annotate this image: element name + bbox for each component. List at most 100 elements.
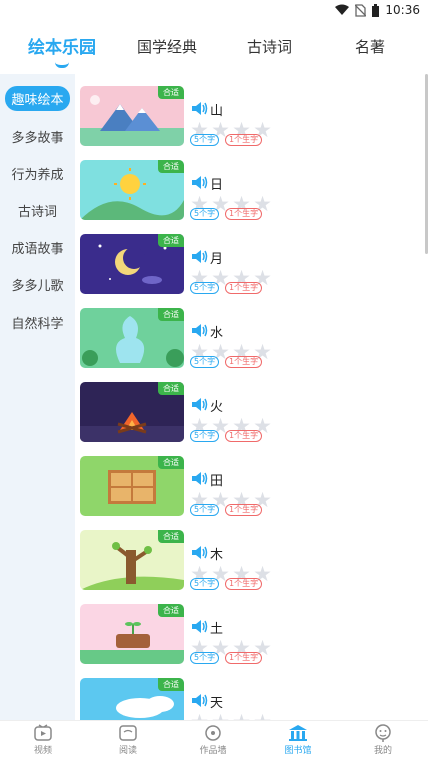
book-cover: 合适 [80, 382, 184, 442]
suitable-badge: 合适 [158, 678, 184, 691]
star-icon: ★ [211, 712, 230, 721]
sidebar-item-label: 多多故事 [11, 131, 64, 146]
book-card[interactable]: 合适 月 ★ ★ ★ ★ 5个字 1个生字 [80, 234, 420, 296]
word-count-tag: 5个字 [190, 652, 220, 664]
sidebar-item-poems[interactable]: 古诗词 [0, 198, 75, 223]
suitable-badge: 合适 [158, 382, 184, 395]
speaker-icon[interactable] [192, 250, 208, 263]
book-card[interactable]: 合适 土 ★ ★ ★ ★ 5个字 1个生字 [80, 604, 420, 666]
nav-reading[interactable]: 阅读 [98, 724, 158, 756]
new-word-tag: 1个生字 [225, 208, 263, 220]
tab-classics[interactable]: 国学经典 [137, 36, 197, 57]
nav-works-wall[interactable]: 作品墙 [183, 724, 243, 756]
video-icon [34, 724, 52, 741]
word-count-tag: 5个字 [190, 282, 220, 294]
nav-video[interactable]: 视频 [13, 724, 73, 756]
book-card[interactable]: 合适 火 ★ ★ ★ ★ 5个字 1个生字 [80, 382, 420, 444]
nav-label: 视频 [33, 746, 52, 756]
tab-masterpieces[interactable]: 名著 [355, 36, 385, 57]
book-card[interactable]: 合适 山 ★ ★ ★ ★ 5个字 1个生字 [80, 86, 420, 148]
book-list: 合适 山 ★ ★ ★ ★ 5个字 1个生字 合适 日 ★ ★ ★ ★ 5个字 1个生字 合适… [75, 74, 428, 720]
book-cover: 合适 [80, 308, 184, 368]
status-icons: 10:36 [335, 3, 420, 17]
sidebar-item-fun-picture-books[interactable]: 趣味绘本 [0, 86, 75, 111]
sidebar-item-behavior[interactable]: 行为养成 [0, 161, 75, 186]
sidebar-item-label: 成语故事 [11, 242, 64, 257]
book-icon [119, 725, 137, 741]
tab-active-indicator [55, 62, 69, 68]
book-cover: 合适 [80, 604, 184, 664]
word-count-tag: 5个字 [190, 430, 220, 442]
nav-label: 作品墙 [199, 746, 227, 756]
speaker-icon[interactable] [192, 176, 208, 189]
works-icon [205, 725, 221, 741]
nav-library[interactable]: 图书馆 [268, 724, 328, 756]
suitable-badge: 合适 [158, 86, 184, 99]
book-card[interactable]: 合适 水 ★ ★ ★ ★ 5个字 1个生字 [80, 308, 420, 370]
suitable-badge: 合适 [158, 530, 184, 543]
sidebar-item-idioms[interactable]: 成语故事 [0, 235, 75, 260]
tab-label: 古诗词 [247, 38, 293, 56]
book-cover: 合适 [80, 234, 184, 294]
suitable-badge: 合适 [158, 308, 184, 321]
book-card[interactable]: 合适 天 ★★★★ [80, 678, 420, 720]
tab-label: 绘本乐园 [28, 38, 96, 58]
sidebar-item-stories[interactable]: 多多故事 [0, 124, 75, 149]
library-icon [289, 725, 307, 741]
bottom-nav: 视频 阅读 作品墙 图书馆 我的 [0, 720, 428, 762]
star-rating: ★★★★ [190, 712, 272, 721]
nav-label: 我的 [373, 746, 392, 756]
nav-label: 图书馆 [284, 746, 312, 756]
nav-profile[interactable]: 我的 [353, 724, 413, 756]
new-word-tag: 1个生字 [225, 504, 263, 516]
new-word-tag: 1个生字 [225, 578, 263, 590]
tab-label: 名著 [355, 38, 386, 56]
book-title: 月 [210, 252, 224, 267]
sidebar-item-label: 古诗词 [17, 205, 57, 220]
top-tabs: 绘本乐园 国学经典 古诗词 名著 [0, 28, 428, 68]
star-icon: ★ [232, 712, 251, 721]
category-sidebar: 趣味绘本 多多故事 行为养成 古诗词 成语故事 多多儿歌 自然科学 [0, 74, 75, 720]
new-word-tag: 1个生字 [225, 430, 263, 442]
book-card[interactable]: 合适 日 ★ ★ ★ ★ 5个字 1个生字 [80, 160, 420, 222]
word-count-tag: 5个字 [190, 504, 220, 516]
sidebar-item-label: 行为养成 [11, 168, 64, 183]
sidebar-item-label: 多多儿歌 [11, 279, 64, 294]
word-count-tag: 5个字 [190, 208, 220, 220]
book-cover: 合适 [80, 530, 184, 590]
sidebar-item-label: 趣味绘本 [5, 86, 70, 111]
speaker-icon[interactable] [192, 102, 208, 115]
suitable-badge: 合适 [158, 160, 184, 173]
tab-picture-books[interactable]: 绘本乐园 [28, 33, 96, 68]
book-cover: 合适 [80, 86, 184, 146]
speaker-icon[interactable] [192, 694, 208, 707]
status-bar: 10:36 [0, 0, 428, 22]
book-title: 山 [210, 104, 224, 119]
book-title: 水 [210, 326, 224, 341]
book-title: 土 [210, 622, 224, 637]
speaker-icon[interactable] [192, 472, 208, 485]
tab-poems[interactable]: 古诗词 [247, 36, 292, 57]
word-count-tag: 5个字 [190, 578, 220, 590]
speaker-icon[interactable] [192, 398, 208, 411]
sidebar-item-songs[interactable]: 多多儿歌 [0, 272, 75, 297]
book-title: 日 [210, 178, 224, 193]
book-card[interactable]: 合适 田 ★ ★ ★ ★ 5个字 1个生字 [80, 456, 420, 518]
speaker-icon[interactable] [192, 620, 208, 633]
nav-label: 阅读 [118, 746, 137, 756]
star-icon: ★ [253, 712, 272, 721]
profile-icon [375, 724, 391, 742]
book-card[interactable]: 合适 木 ★ ★ ★ ★ 5个字 1个生字 [80, 530, 420, 592]
book-cover: 合适 [80, 678, 184, 720]
sidebar-item-label: 自然科学 [11, 317, 64, 332]
battery-icon [372, 3, 380, 17]
suitable-badge: 合适 [158, 456, 184, 469]
wifi-icon [335, 4, 350, 15]
tab-label: 国学经典 [137, 38, 198, 56]
book-cover: 合适 [80, 456, 184, 516]
speaker-icon[interactable] [192, 546, 208, 559]
sidebar-item-science[interactable]: 自然科学 [0, 310, 75, 335]
speaker-icon[interactable] [192, 324, 208, 337]
new-word-tag: 1个生字 [225, 134, 263, 146]
book-cover: 合适 [80, 160, 184, 220]
